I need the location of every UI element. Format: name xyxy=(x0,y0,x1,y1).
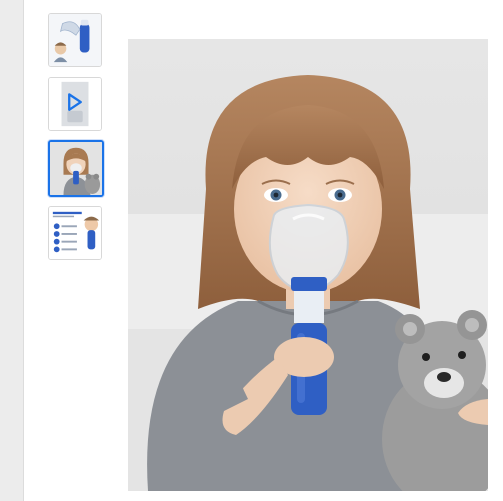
teddy-bear xyxy=(382,310,488,491)
main-product-image[interactable] xyxy=(128,39,488,491)
left-rail xyxy=(0,0,24,501)
thumbnail-child-using-nebulizer[interactable] xyxy=(48,140,104,197)
thumbnail-video-play[interactable] xyxy=(48,77,102,131)
infographic-thumbnail-image xyxy=(49,207,101,259)
product-kit-image xyxy=(49,14,101,66)
thumbnail-product-kit[interactable] xyxy=(48,13,102,67)
child-with-nebulizer-illustration xyxy=(128,39,488,491)
child-thumbnail-image xyxy=(50,142,102,195)
video-thumbnail-image xyxy=(49,78,101,130)
thumbnail-infographic[interactable] xyxy=(48,206,102,260)
